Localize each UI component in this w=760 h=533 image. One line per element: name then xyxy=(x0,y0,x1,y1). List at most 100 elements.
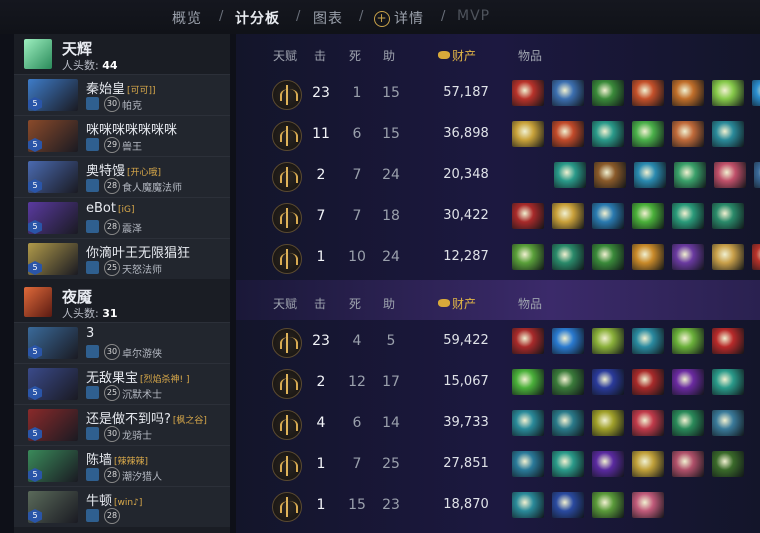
hero-name: 龙骑士 xyxy=(122,431,152,442)
item-icon[interactable] xyxy=(632,244,664,270)
item-icon[interactable] xyxy=(712,244,744,270)
item-icon[interactable] xyxy=(512,492,544,518)
item-icon[interactable] xyxy=(512,369,544,395)
item-icon[interactable] xyxy=(552,80,584,106)
player-row[interactable]: 5 你滴叶王无限猖狂 25 天怒法师 xyxy=(14,238,230,279)
tab-graphs[interactable]: 图表 xyxy=(313,8,343,28)
item-icon[interactable] xyxy=(672,410,704,436)
item-icon[interactable] xyxy=(592,121,624,147)
tab-details-label: 详情 xyxy=(394,11,424,27)
talent-tree-icon[interactable] xyxy=(272,80,302,110)
talent-tree-icon[interactable] xyxy=(272,410,302,440)
item-icon[interactable] xyxy=(672,203,704,229)
item-icon[interactable] xyxy=(674,162,706,188)
item-icon[interactable] xyxy=(592,80,624,106)
item-icon[interactable] xyxy=(632,328,664,354)
item-icon[interactable] xyxy=(512,410,544,436)
radiant-kills: 人头数: 44 xyxy=(62,59,118,72)
talent-tree-icon[interactable] xyxy=(272,451,302,481)
player-row[interactable]: 5 还是做不到吗? [枫之谷] 30 龙骑士 xyxy=(14,404,230,445)
kills-value: 2 xyxy=(316,167,326,183)
hero-portrait: 5 xyxy=(28,409,78,441)
rank-icon xyxy=(86,345,99,358)
talent-tree-icon[interactable] xyxy=(272,121,302,151)
item-icon[interactable] xyxy=(592,410,624,436)
item-icon[interactable] xyxy=(672,244,704,270)
item-icon[interactable] xyxy=(712,328,744,354)
item-icon[interactable] xyxy=(714,162,746,188)
item-icon[interactable] xyxy=(552,203,584,229)
item-icon[interactable] xyxy=(712,451,744,477)
talent-tree-icon[interactable] xyxy=(272,162,302,192)
col-assists: 助 xyxy=(383,297,396,311)
item-icon[interactable] xyxy=(712,203,744,229)
item-icon[interactable] xyxy=(552,328,584,354)
item-icon[interactable] xyxy=(632,369,664,395)
item-icon[interactable] xyxy=(712,369,744,395)
item-icon[interactable] xyxy=(552,121,584,147)
item-icon[interactable] xyxy=(592,328,624,354)
player-row[interactable]: 5 无敌果宝 [烈焰杀神! ] 25 沉默术士 xyxy=(14,363,230,404)
item-icon[interactable] xyxy=(632,121,664,147)
item-icon[interactable] xyxy=(632,203,664,229)
rank-icon xyxy=(86,509,99,522)
stat-row: 2 12 17 15,067 xyxy=(236,363,760,403)
player-row[interactable]: 5 3 30 卓尔游侠 xyxy=(14,322,230,363)
item-icon[interactable] xyxy=(592,369,624,395)
item-icon[interactable] xyxy=(512,328,544,354)
tab-details[interactable]: + 详情 xyxy=(374,8,424,28)
item-icon[interactable] xyxy=(634,162,666,188)
item-icon[interactable] xyxy=(592,451,624,477)
player-name: eBot [iG] xyxy=(86,201,135,216)
item-icon[interactable] xyxy=(592,492,624,518)
item-icon[interactable] xyxy=(552,410,584,436)
tab-scoreboard[interactable]: 计分板 xyxy=(235,8,280,28)
player-row[interactable]: 5 陈墙 [辣辣辣] 28 潮汐猎人 xyxy=(14,445,230,486)
item-icon[interactable] xyxy=(672,369,704,395)
item-icon[interactable] xyxy=(512,244,544,270)
player-row[interactable]: 5 eBot [iG] 28 震泽 xyxy=(14,197,230,238)
item-icon[interactable] xyxy=(552,451,584,477)
player-row[interactable]: 5 秦始皇 [可可]] 30 帕克 xyxy=(14,74,230,115)
item-icon[interactable] xyxy=(632,492,664,518)
tab-overview[interactable]: 概览 xyxy=(172,8,202,28)
player-row[interactable]: 5 咪咪咪咪咪咪咪 29 兽王 xyxy=(14,115,230,156)
item-icon[interactable] xyxy=(554,162,586,188)
player-row[interactable]: 5 奥特馒 [开心哦] 28 食人魔魔法师 xyxy=(14,156,230,197)
item-icon[interactable] xyxy=(552,369,584,395)
item-icon[interactable] xyxy=(672,121,704,147)
item-icon[interactable] xyxy=(594,162,626,188)
item-icon[interactable] xyxy=(512,203,544,229)
talent-tree-icon[interactable] xyxy=(272,369,302,399)
item-icon[interactable] xyxy=(632,410,664,436)
item-icon[interactable] xyxy=(672,80,704,106)
item-icon[interactable] xyxy=(552,492,584,518)
item-icon[interactable] xyxy=(632,451,664,477)
talent-tree-icon[interactable] xyxy=(272,203,302,233)
hero-name: 帕克 xyxy=(122,101,142,112)
item-icon[interactable] xyxy=(712,121,744,147)
talent-tree-icon[interactable] xyxy=(272,328,302,358)
talent-tree-icon[interactable] xyxy=(272,492,302,522)
item-icon[interactable] xyxy=(512,451,544,477)
kills-value: 2 xyxy=(316,374,326,390)
item-icon[interactable] xyxy=(512,121,544,147)
item-icon[interactable] xyxy=(512,80,544,106)
item-icon[interactable] xyxy=(552,244,584,270)
item-icon[interactable] xyxy=(592,244,624,270)
item-icon[interactable] xyxy=(672,328,704,354)
item-icon[interactable] xyxy=(712,410,744,436)
stat-row: 23 4 5 59,422 xyxy=(236,322,760,362)
talent-tree-icon[interactable] xyxy=(272,244,302,274)
item-icon[interactable] xyxy=(752,244,760,270)
item-icon[interactable] xyxy=(592,203,624,229)
item-icon[interactable] xyxy=(632,80,664,106)
player-row[interactable]: 5 牛顿 [win♪] 28 xyxy=(14,486,230,527)
item-icon[interactable] xyxy=(752,80,760,106)
player-name: 无敌果宝 [烈焰杀神! ] xyxy=(86,371,190,386)
level-badge: 5 xyxy=(28,261,42,275)
item-icon[interactable] xyxy=(712,80,744,106)
tab-mvp[interactable]: MVP xyxy=(457,8,490,24)
item-icon[interactable] xyxy=(754,162,760,188)
item-icon[interactable] xyxy=(672,451,704,477)
